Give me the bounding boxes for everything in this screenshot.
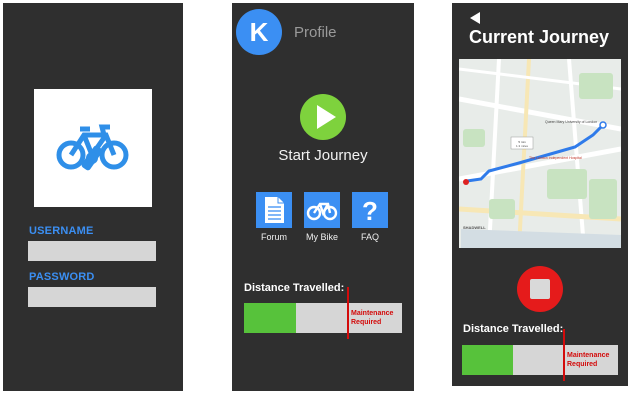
my-bike-button[interactable]	[304, 192, 340, 228]
distance-progress-bar: Maintenance Required	[244, 287, 402, 339]
maintenance-warning-line1: Maintenance	[351, 310, 394, 317]
faq-label[interactable]: FAQ	[340, 232, 400, 242]
app-logo	[34, 89, 152, 207]
map-canvas: 5 min 1.3 miles Queen Mary University of…	[459, 59, 621, 248]
profile-link[interactable]: Profile	[294, 24, 337, 41]
page-title: Current Journey	[469, 27, 610, 47]
login-screen: USERNAME PASSWORD	[3, 3, 183, 391]
journey-progress-fill	[462, 345, 514, 375]
map-label-hospital: The London Independent Hospital	[529, 156, 582, 160]
stop-icon	[530, 279, 550, 299]
distance-label: Distance Travelled:	[244, 282, 345, 294]
faq-button[interactable]: ?	[352, 192, 388, 228]
journey-screen: Current Journey 5 min 1.3 miles Queen Ma…	[452, 3, 628, 386]
document-icon	[265, 197, 284, 223]
back-arrow-icon[interactable]	[470, 12, 480, 24]
journey-maintenance-marker	[563, 329, 565, 381]
distance-progress-fill	[244, 303, 297, 333]
route-distance-label: 1.3 miles	[516, 144, 529, 148]
start-journey-button[interactable]	[300, 94, 346, 140]
route-map[interactable]: 5 min 1.3 miles Queen Mary University of…	[459, 59, 621, 248]
question-icon: ?	[362, 196, 378, 226]
forum-button[interactable]	[256, 192, 292, 228]
username-label: USERNAME	[29, 225, 94, 237]
password-label: PASSWORD	[29, 271, 95, 283]
avatar[interactable]: K	[236, 9, 282, 55]
journey-maintenance-warning: Maintenance Required	[567, 351, 609, 369]
journey-maintenance-line1: Maintenance	[567, 352, 610, 359]
journey-distance-label: Distance Travelled:	[463, 323, 564, 335]
journey-maintenance-line2: Required	[567, 361, 598, 368]
map-label-shadwell: SHADWELL	[463, 225, 486, 230]
svg-text:?: ?	[362, 196, 378, 226]
map-label-university: Queen Mary University of London	[545, 120, 597, 124]
maintenance-warning-line2: Required	[351, 319, 382, 326]
home-screen: K Profile Start Journey Forum My Bike ?	[232, 3, 414, 391]
maintenance-threshold-marker	[347, 287, 349, 339]
bicycle-wrench-icon	[56, 124, 129, 171]
username-input[interactable]	[28, 241, 156, 261]
stop-journey-button[interactable]	[517, 266, 563, 312]
password-input[interactable]	[28, 287, 156, 307]
journey-progress-bar: Maintenance Required	[462, 329, 618, 381]
play-icon	[317, 105, 336, 129]
maintenance-warning: Maintenance Required	[351, 309, 393, 327]
bicycle-icon	[306, 202, 338, 221]
start-journey-label[interactable]: Start Journey	[232, 147, 414, 164]
